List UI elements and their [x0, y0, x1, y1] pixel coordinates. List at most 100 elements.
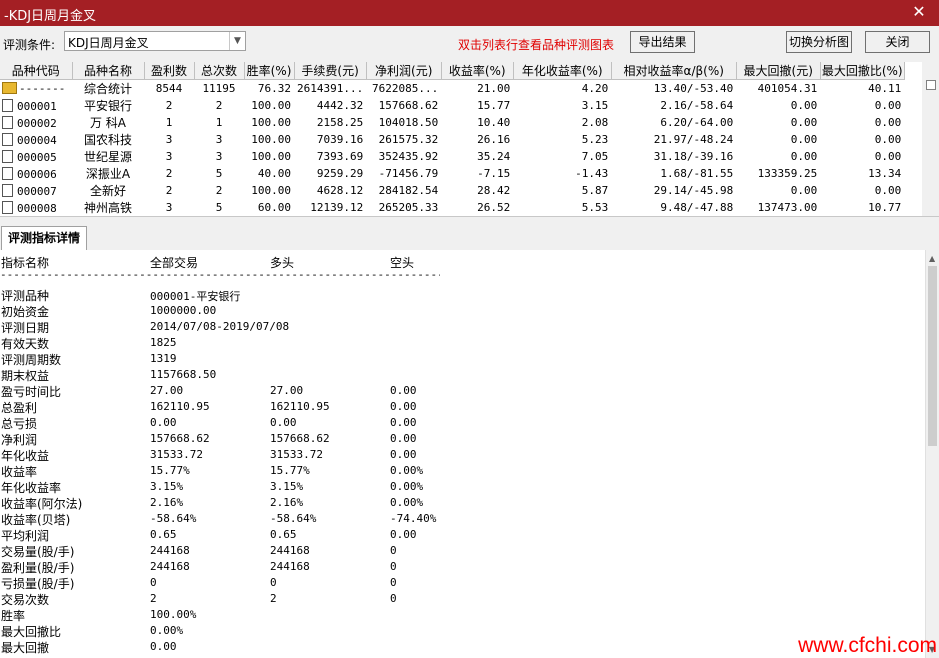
- table-row[interactable]: 000006 深振业A 2 5 40.00 9259.29 -71456.79 -7.15 -1…: [0, 165, 904, 182]
- metric-value: 27.00: [270, 384, 304, 397]
- value-cell: 40.11: [868, 82, 902, 95]
- code-text: 000008: [17, 201, 57, 215]
- detail-row: 期末权益 1157668.50: [0, 366, 925, 383]
- value-cell: 265205.33: [378, 201, 439, 214]
- metric-value: 162110.95: [270, 400, 330, 413]
- table-row[interactable]: ------- 综合统计 8544 11195 76.32 2614391... 76220…: [0, 80, 904, 98]
- column-header[interactable]: 最大回撤比(%): [820, 62, 905, 80]
- metric-value: 0.00: [390, 400, 417, 413]
- code-text: 000004: [17, 133, 57, 147]
- value-cell: 76.32: [257, 82, 291, 95]
- column-header[interactable]: 盈利数: [144, 62, 195, 80]
- value-cell: 3: [215, 150, 223, 163]
- value-cell: 137473.00: [757, 201, 818, 214]
- table-row[interactable]: 000002 万 科A 1 1 100.00 2158.25 104018.50 10.40 2…: [0, 114, 904, 131]
- value-cell: 0.00: [874, 133, 902, 146]
- code-text: -------: [19, 82, 66, 95]
- value-cell: 5.87: [581, 184, 609, 197]
- detail-scrollbar[interactable]: ▲ ▼: [925, 250, 939, 658]
- hint-text: 双击列表行查看品种评测图表: [458, 38, 615, 52]
- scroll-thumb[interactable]: [928, 266, 937, 446]
- value-cell: 0.00: [874, 99, 902, 112]
- code-text: 000006: [17, 167, 57, 181]
- code-text: 000001: [17, 99, 57, 113]
- table-row[interactable]: 000007 全新好 2 2 100.00 4628.12 284182.54 28.42 5.…: [0, 182, 904, 199]
- table-row[interactable]: 000004 国农科技 3 3 100.00 7039.16 261575.32 26.16 5…: [0, 131, 904, 148]
- value-cell: 40.00: [257, 167, 291, 180]
- code-cell: -------: [0, 80, 72, 98]
- toolbar: 评测条件: KDJ日周月金叉 ▼ 双击列表行查看品种评测图表 导出结果 切换分析…: [0, 26, 939, 62]
- value-cell: 29.14/-45.98: [653, 184, 734, 197]
- metric-value: 157668.62: [270, 432, 330, 445]
- detail-row: 评测周期数 1319: [0, 350, 925, 367]
- metric-value: 0.00%: [390, 464, 424, 477]
- column-header[interactable]: 品种名称: [72, 62, 145, 80]
- value-cell: 2: [165, 167, 173, 180]
- value-cell: 2.08: [581, 116, 609, 129]
- metric-value: 0.65: [270, 528, 297, 541]
- value-cell: 104018.50: [378, 116, 439, 129]
- value-cell: 100.00: [251, 133, 291, 146]
- detail-header: 多头: [270, 256, 295, 270]
- code-text: 000005: [17, 150, 57, 164]
- column-header[interactable]: 净利润(元): [366, 62, 442, 80]
- value-cell: 0.00: [874, 150, 902, 163]
- value-cell: 4442.32: [316, 99, 364, 112]
- detail-row: 盈利量(股/手) 244168 244168 0: [0, 558, 925, 575]
- value-cell: 8544: [155, 82, 183, 95]
- detail-row: 总盈利 162110.95 162110.95 0.00: [0, 398, 925, 415]
- code-text: 000002: [17, 116, 57, 130]
- switch-chart-button[interactable]: 切换分析图: [786, 31, 852, 53]
- metric-value: 0.00%: [150, 624, 184, 637]
- scroll-up-icon[interactable]: ▲: [929, 254, 935, 263]
- close-button[interactable]: 关闭: [865, 31, 930, 53]
- metric-value: 15.77%: [270, 464, 310, 477]
- export-button[interactable]: 导出结果: [630, 31, 695, 53]
- column-header[interactable]: 年化收益率(%): [513, 62, 612, 80]
- column-header[interactable]: 胜率(%): [244, 62, 295, 80]
- window-title: -KDJ日周月金叉: [4, 9, 97, 24]
- metric-value: 31533.72: [270, 448, 323, 461]
- metric-value: -58.64%: [270, 512, 317, 525]
- value-cell: 133359.25: [757, 167, 818, 180]
- name-cell: 神州高铁: [83, 201, 132, 215]
- column-header[interactable]: 相对收益率α/β(%): [611, 62, 737, 80]
- value-cell: 26.52: [477, 201, 511, 214]
- condition-select[interactable]: KDJ日周月金叉 ▼: [64, 31, 246, 51]
- document-icon: [2, 200, 13, 214]
- column-header[interactable]: 最大回撤(元): [736, 62, 821, 80]
- metric-value: 1319: [150, 352, 177, 365]
- metric-value: 0: [150, 576, 157, 589]
- metric-value: 0.00: [390, 448, 417, 461]
- table-scrollbar[interactable]: [922, 62, 939, 216]
- result-table: 品种代码 品种名称 盈利数 总次数 胜率(%) 手续费(元) 净利润(元) 收益率(%) 年化收…: [0, 62, 922, 216]
- detail-row: 亏损量(股/手) 0 0 0: [0, 574, 925, 591]
- tab-metrics-detail[interactable]: 评测指标详情: [1, 226, 87, 251]
- code-cell: 000002: [0, 114, 72, 131]
- value-cell: 12139.12: [310, 201, 364, 214]
- detail-row: 平均利润 0.65 0.65 0.00: [0, 526, 925, 543]
- table-row[interactable]: 000005 世纪星源 3 3 100.00 7393.69 352435.92 35.24 7…: [0, 148, 904, 165]
- column-header[interactable]: 收益率(%): [441, 62, 514, 80]
- chevron-down-icon[interactable]: ▼: [229, 32, 245, 50]
- table-row[interactable]: 000008 神州高铁 3 5 60.00 12139.12 265205.33 26.52 5…: [0, 199, 904, 216]
- code-cell: 000005: [0, 148, 72, 165]
- metric-value: 0.00: [150, 640, 177, 653]
- value-cell: 2: [165, 184, 173, 197]
- value-cell: 60.00: [257, 201, 291, 214]
- detail-row: 总亏损 0.00 0.00 0.00: [0, 414, 925, 431]
- metric-value: 2: [150, 592, 157, 605]
- title-bar: -KDJ日周月金叉 ✕: [0, 0, 939, 26]
- close-icon[interactable]: ✕: [911, 2, 927, 21]
- column-header[interactable]: 品种代码: [0, 62, 73, 80]
- column-header[interactable]: 手续费(元): [294, 62, 367, 80]
- value-cell: 31.18/-39.16: [653, 150, 734, 163]
- name-cell: 全新好: [89, 184, 126, 198]
- table-row[interactable]: 000001 平安银行 2 2 100.00 4442.32 157668.62 15.77 3…: [0, 97, 904, 114]
- metric-value: 2.16%: [150, 496, 184, 509]
- name-cell: 世纪星源: [83, 150, 132, 164]
- column-header[interactable]: 总次数: [194, 62, 245, 80]
- metric-value: 0: [390, 560, 397, 573]
- metric-value: 0.00: [390, 416, 417, 429]
- value-cell: 3: [165, 133, 173, 146]
